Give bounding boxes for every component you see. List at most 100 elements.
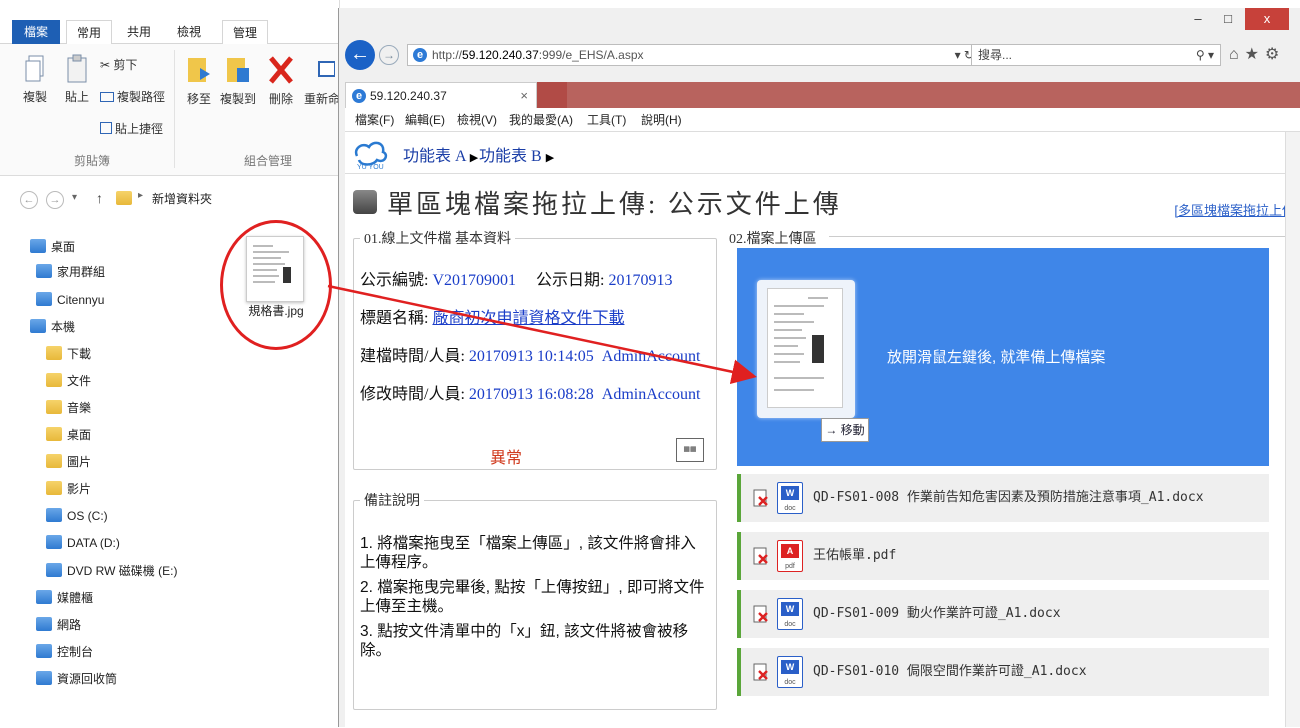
scissors-icon: ✂ [100, 58, 114, 72]
rename-button[interactable]: 重新命 [304, 54, 340, 107]
forward-button[interactable]: → [379, 45, 399, 65]
copy-to-label: 複製到 [220, 92, 257, 106]
file-name[interactable]: QD-FS01-009 動火作業許可證_A1.docx [813, 590, 1061, 638]
maximize-button[interactable]: □ [1213, 8, 1243, 30]
tab-close-icon[interactable]: × [520, 83, 528, 109]
tree-item-label: 文件 [67, 374, 92, 388]
tab-manage[interactable]: 管理 [222, 20, 268, 45]
up-arrow-icon[interactable]: ↑ [96, 190, 103, 206]
file-dropzone[interactable]: → 移動 放開滑鼠左鍵後, 就準備上傳檔案 [737, 248, 1269, 466]
file-name[interactable]: QD-FS01-010 侷限空間作業許可證_A1.docx [813, 648, 1087, 696]
ribbon-tabs: 檔案 常用 共用 檢視 管理 [0, 20, 340, 45]
tree-item-label: 家用群組 [57, 265, 106, 279]
tree-item[interactable]: 音樂 [46, 397, 91, 419]
tree-item-label: 下載 [67, 347, 92, 361]
minimize-button[interactable]: – [1183, 8, 1213, 30]
file-name[interactable]: 王佑帳單.pdf [813, 532, 896, 580]
tree-item[interactable]: DATA (D:) [46, 532, 120, 554]
triangle-right-icon: ▶ [469, 152, 479, 164]
copy-button[interactable]: 複製 [18, 54, 52, 105]
tree-item-label: 網路 [57, 618, 82, 632]
tree-item[interactable]: 圖片 [46, 451, 91, 473]
paste-button[interactable]: 貼上 [60, 54, 94, 105]
page-scrollbar[interactable] [1285, 132, 1300, 727]
shortcut-icon [100, 122, 112, 134]
copy-path-button[interactable]: 複製路徑 [100, 88, 165, 105]
organize-group-label: 組合管理 [244, 154, 293, 168]
created-row: 建檔時間/人員: 20170913 10:14:05 AdminAccount [360, 348, 701, 365]
copy-to-button[interactable]: 複製到 [220, 54, 256, 107]
remove-file-icon[interactable] [753, 604, 769, 624]
close-button[interactable]: x [1245, 8, 1289, 30]
chevron-down-icon[interactable]: ▾ [72, 192, 77, 203]
tab-home[interactable]: 常用 [66, 20, 112, 45]
remove-file-icon[interactable] [753, 546, 769, 566]
menu-file[interactable]: 檔案(F) [355, 108, 394, 132]
home-star-gear-icons[interactable]: ⌂★⚙ [1229, 44, 1299, 66]
back-arrow-icon[interactable]: ← [20, 191, 38, 209]
address-path[interactable]: 新增資料夾 [152, 190, 212, 207]
qr-code-button[interactable]: ▦▦ [676, 438, 704, 462]
word-file-icon: Wdoc [777, 482, 803, 514]
tree-item[interactable]: 下載 [46, 343, 91, 365]
tree-item[interactable]: 桌面 [30, 236, 75, 258]
recycle-bin-icon [36, 671, 52, 685]
tree-item[interactable]: OS (C:) [46, 505, 108, 527]
tab-view[interactable]: 檢視 [166, 20, 212, 44]
tree-item[interactable]: 影片 [46, 478, 91, 500]
cut-label: 剪下 [113, 58, 138, 72]
delete-label: 刪除 [268, 92, 293, 106]
tree-item[interactable]: Citennyu [36, 289, 104, 311]
url-text[interactable]: http://59.120.240.37:999/e_EHS/A.aspx [432, 45, 644, 65]
nav-menu-b[interactable]: 功能表 B ▶ [479, 142, 554, 166]
note-item: 2. 檔案拖曳完畢後, 點按「上傳按鈕」, 即可將文件上傳至主機。 [360, 579, 705, 615]
url-input[interactable]: e http://59.120.240.37:999/e_EHS/A.aspx … [407, 44, 981, 66]
file-list-item: Wdoc QD-FS01-009 動火作業許可證_A1.docx [737, 590, 1269, 638]
tab-file[interactable]: 檔案 [12, 20, 60, 44]
file-explorer-window: 檔案 常用 共用 檢視 管理 複製 貼上 ✂ 剪下 複製路徑 貼上捷徑 剪貼簿 … [0, 0, 340, 727]
remove-file-icon[interactable] [753, 488, 769, 508]
menu-view[interactable]: 檢視(V) [457, 108, 497, 132]
tree-item[interactable]: 媒體櫃 [36, 587, 93, 609]
delete-button[interactable]: 刪除 [264, 54, 298, 107]
menu-edit[interactable]: 編輯(E) [405, 108, 445, 132]
file-name[interactable]: QD-FS01-008 作業前告知危害因素及預防措施注意事項_A1.docx [813, 474, 1204, 522]
back-button[interactable]: ← [345, 40, 375, 70]
move-to-button[interactable]: 移至 [182, 54, 216, 107]
path-icon [100, 92, 114, 102]
libraries-icon [36, 590, 52, 604]
tree-item[interactable]: 家用群組 [36, 261, 105, 283]
tree-item[interactable]: DVD RW 磁碟機 (E:) [46, 560, 177, 582]
cut-button[interactable]: ✂ 剪下 [100, 56, 137, 73]
tree-item[interactable]: 網路 [36, 614, 81, 636]
tree-item-label: 桌面 [51, 240, 76, 254]
tree-item[interactable]: 本機 [30, 316, 75, 338]
search-input[interactable]: 搜尋... ⚲ ▾ [971, 44, 1221, 66]
multi-block-upload-link[interactable]: [多區塊檔案拖拉上傳 [1174, 200, 1295, 219]
chevron-right-icon: ▸ [138, 190, 144, 201]
tree-item[interactable]: 桌面 [46, 424, 91, 446]
menu-help[interactable]: 說明(H) [641, 108, 682, 132]
new-tab-button[interactable] [537, 82, 567, 108]
tab-share[interactable]: 共用 [116, 20, 162, 44]
nav-menu-a[interactable]: 功能表 A ▶ [403, 142, 478, 166]
menu-favorites[interactable]: 我的最愛(A) [509, 108, 573, 132]
downloads-folder-icon [46, 346, 62, 360]
documents-folder-icon [46, 373, 62, 387]
paste-shortcut-button[interactable]: 貼上捷徑 [100, 120, 163, 137]
subject-link[interactable]: 廠商初次申請資格文件下載 [432, 310, 624, 327]
web-page: YU YOU 功能表 A ▶ 功能表 B ▶ 單區塊檔案拖拉上傳: 公示文件上傳… [345, 132, 1295, 727]
tree-item[interactable]: 文件 [46, 370, 91, 392]
dvd-drive-icon [46, 563, 62, 577]
notes-panel: 備註說明 1. 將檔案拖曳至「檔案上傳區」, 該文件將會排入上傳程序。 2. 檔… [353, 490, 717, 710]
menu-tools[interactable]: 工具(T) [587, 108, 626, 132]
tree-item[interactable]: 控制台 [36, 641, 93, 663]
move-to-label: 移至 [186, 92, 211, 106]
drive-c-icon [46, 508, 62, 522]
tab-title: 59.120.240.37 [370, 89, 447, 103]
remove-file-icon[interactable] [753, 662, 769, 682]
browser-tab-active[interactable]: e 59.120.240.37 × [345, 82, 537, 108]
tree-item[interactable]: 資源回收筒 [36, 668, 117, 690]
forward-arrow-icon[interactable]: → [46, 191, 64, 209]
search-icon[interactable]: ⚲ ▾ [1196, 45, 1214, 65]
